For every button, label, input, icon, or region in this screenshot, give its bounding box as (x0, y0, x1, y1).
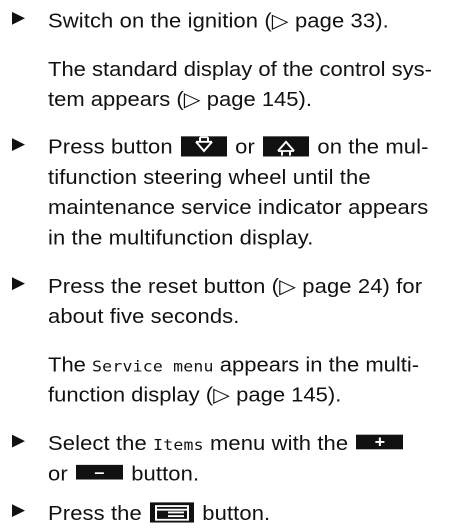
result-text-line: tem appears (▷ page 145). (48, 87, 312, 111)
continue-text: on the mul- (317, 135, 429, 159)
button-text: button. (202, 501, 271, 525)
arrow-up-icon (263, 136, 310, 157)
triangle-bullet-icon (12, 434, 25, 448)
step-text-line: Press the reset button (▷ page 24) for (48, 274, 423, 298)
result-prefix: The (48, 353, 86, 377)
menu-with-text: menu with the (209, 431, 349, 455)
menu-icon (150, 502, 195, 523)
select-text: Select the (48, 431, 147, 455)
triangle-bullet-icon (12, 138, 25, 151)
button-text: button. (131, 462, 200, 486)
result-text-line: The Service menu appears in the multi- (48, 350, 458, 382)
plus-icon: + (356, 434, 404, 450)
step-text-line: in the multifunction display. (48, 226, 314, 249)
step-text-line: maintenance service indicator appears (48, 195, 429, 219)
triangle-bullet-icon (12, 11, 25, 25)
triangle-bullet-icon (12, 277, 25, 291)
step-text-line: Press the button. (48, 498, 458, 528)
step-text-line: Press button or on the mul- (48, 132, 458, 162)
result-text-line: function display (▷ page 145). (48, 383, 342, 407)
step-text-line: or – button. (48, 458, 458, 488)
instruction-page: Switch on the ignition (▷ page 33). The … (0, 0, 468, 524)
minus-icon: – (75, 464, 123, 481)
result-suffix: appears in the multi- (219, 353, 420, 377)
step-text-line: about five seconds. (48, 304, 240, 328)
arrow-down-icon (180, 136, 227, 157)
result-text-line: The standard display of the control sys- (48, 57, 432, 81)
step-text-line: Select the Items menu with the + (48, 428, 458, 460)
step-text-line: tifunction steering wheel until the (48, 165, 371, 189)
triangle-bullet-icon (12, 504, 25, 518)
press-the-text: Press the (48, 501, 142, 525)
press-button-text: Press button (48, 135, 173, 159)
service-menu-name: Service menu (92, 357, 214, 376)
items-menu-name: Items (153, 436, 204, 454)
or-text: or (235, 135, 255, 159)
or-text: or (48, 462, 68, 486)
step-text: Switch on the ignition (▷ page 33). (48, 9, 389, 33)
